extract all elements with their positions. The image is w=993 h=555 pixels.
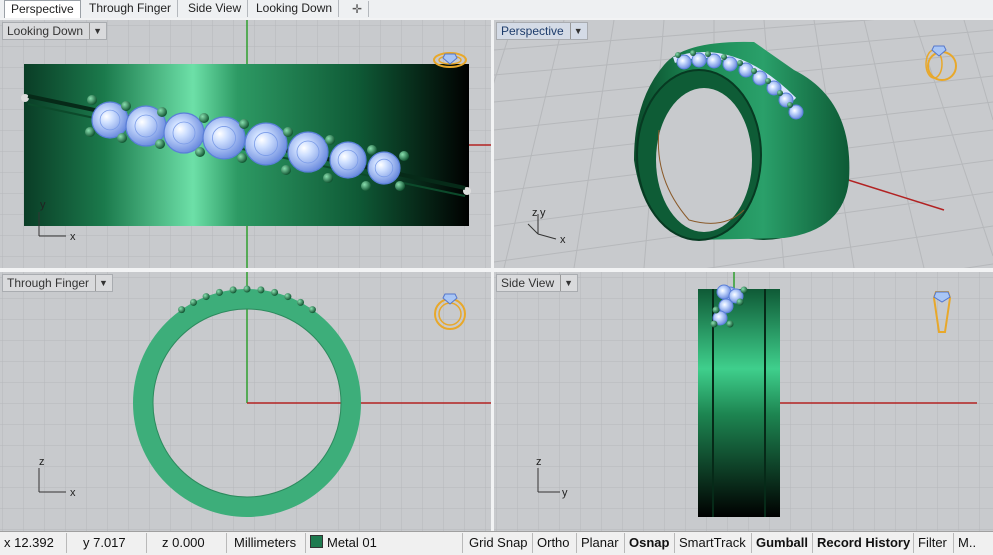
prong [215, 288, 223, 296]
more-status-button[interactable]: M.. [954, 533, 993, 553]
axis-indicator: x z y [527, 207, 566, 246]
viewport-side-view[interactable]: y z Side View ▼ [494, 272, 993, 531]
smarttrack-toggle[interactable]: SmartTrack [675, 533, 752, 553]
axis-x-label: x [70, 487, 76, 499]
viewport-title-label: Through Finger [7, 276, 90, 290]
grid-snap-toggle[interactable]: Grid Snap [465, 533, 533, 553]
through-finger-canvas[interactable]: x z [0, 272, 491, 531]
prong [121, 101, 131, 111]
side-view-canvas[interactable]: y z [494, 272, 993, 531]
prong [199, 113, 209, 123]
viewport-title-side-view[interactable]: Side View ▼ [496, 274, 579, 292]
prong [297, 298, 305, 306]
prong [281, 165, 291, 175]
prong [284, 293, 292, 301]
layer-color-swatch [310, 535, 323, 548]
prong [283, 127, 293, 137]
tab-perspective[interactable]: Perspective [4, 0, 81, 19]
gemstone[interactable] [202, 116, 246, 160]
axis-z-label: z [532, 207, 538, 219]
viewport-through-finger[interactable]: x z Through Finger ▼ [0, 272, 491, 531]
viewport-looking-down[interactable]: x y Looking Down ▼ [0, 20, 491, 268]
prong [155, 139, 165, 149]
viewport-title-label: Looking Down [7, 24, 84, 38]
viewport-title-perspective[interactable]: Perspective ▼ [496, 22, 588, 40]
prong [85, 127, 95, 137]
coord-x: x 12.392 [0, 533, 67, 553]
prong [189, 298, 197, 306]
ring-cplane-icon [925, 45, 957, 81]
viewport-title-label: Side View [501, 276, 555, 290]
coord-z: z 0.000 [147, 533, 227, 553]
prong [367, 145, 377, 155]
gemstone[interactable] [367, 151, 401, 185]
prong [202, 293, 210, 301]
prong [237, 153, 247, 163]
prong [239, 119, 249, 129]
prong [399, 151, 409, 161]
prong [361, 181, 371, 191]
prong [157, 107, 167, 117]
layer-name: Metal 01 [327, 535, 377, 550]
filter-toggle[interactable]: Filter [914, 533, 954, 553]
prong [117, 133, 127, 143]
prong [323, 173, 333, 183]
units-display[interactable]: Millimeters [227, 533, 306, 553]
axis-y-label: y [562, 487, 568, 499]
chevron-down-icon[interactable]: ▼ [95, 275, 108, 291]
prong [257, 286, 265, 294]
ortho-toggle[interactable]: Ortho [533, 533, 577, 553]
prong [229, 286, 237, 294]
chevron-down-icon[interactable]: ▼ [569, 23, 583, 39]
prong [395, 181, 405, 191]
viewport-tab-bar: Perspective Through Finger Side View Loo… [0, 0, 993, 19]
prong [325, 135, 335, 145]
plus-icon: ✛ [351, 2, 363, 16]
status-bar: x 12.392 y 7.017 z 0.000 Millimeters Met… [0, 531, 993, 555]
gemstone[interactable] [244, 122, 288, 166]
ring-side-view[interactable] [698, 284, 780, 517]
axis-y-label: y [540, 207, 546, 219]
tab-looking-down[interactable]: Looking Down [250, 0, 340, 17]
gemstone[interactable] [163, 112, 205, 154]
prong [308, 306, 316, 314]
prong [195, 147, 205, 157]
axis-x-label: x [560, 234, 566, 246]
record-history-toggle[interactable]: Record History [813, 533, 914, 553]
planar-toggle[interactable]: Planar [577, 533, 625, 553]
viewport-title-through-finger[interactable]: Through Finger ▼ [2, 274, 113, 292]
prong [87, 95, 97, 105]
axis-z-label: z [536, 456, 542, 468]
add-tab-button[interactable]: ✛ [346, 1, 369, 17]
axis-z-label: z [39, 456, 45, 468]
viewport-title-label: Perspective [501, 24, 564, 38]
prong [243, 285, 251, 293]
gemstone[interactable] [287, 131, 329, 173]
chevron-down-icon[interactable]: ▼ [560, 275, 573, 291]
perspective-canvas[interactable]: x z y [494, 20, 993, 268]
tab-side-view[interactable]: Side View [182, 0, 249, 17]
axis-y-label: y [40, 199, 46, 211]
gumball-toggle[interactable]: Gumball [752, 533, 813, 553]
viewport-perspective[interactable]: x z y Perspective ▼ [494, 20, 993, 268]
coord-y: y 7.017 [67, 533, 147, 553]
chevron-down-icon[interactable]: ▼ [89, 23, 102, 39]
tab-through-finger[interactable]: Through Finger [83, 0, 179, 17]
osnap-toggle[interactable]: Osnap [625, 533, 675, 553]
ring-top-view[interactable] [21, 64, 471, 226]
prong [178, 306, 186, 314]
axis-x-label: x [70, 231, 76, 243]
ring-perspective-view[interactable] [634, 41, 850, 241]
gemstone[interactable] [329, 141, 367, 179]
current-layer[interactable]: Metal 01 [306, 533, 463, 553]
viewport-title-looking-down[interactable]: Looking Down ▼ [2, 22, 107, 40]
prong [271, 288, 279, 296]
looking-down-canvas[interactable]: x y [0, 20, 491, 268]
